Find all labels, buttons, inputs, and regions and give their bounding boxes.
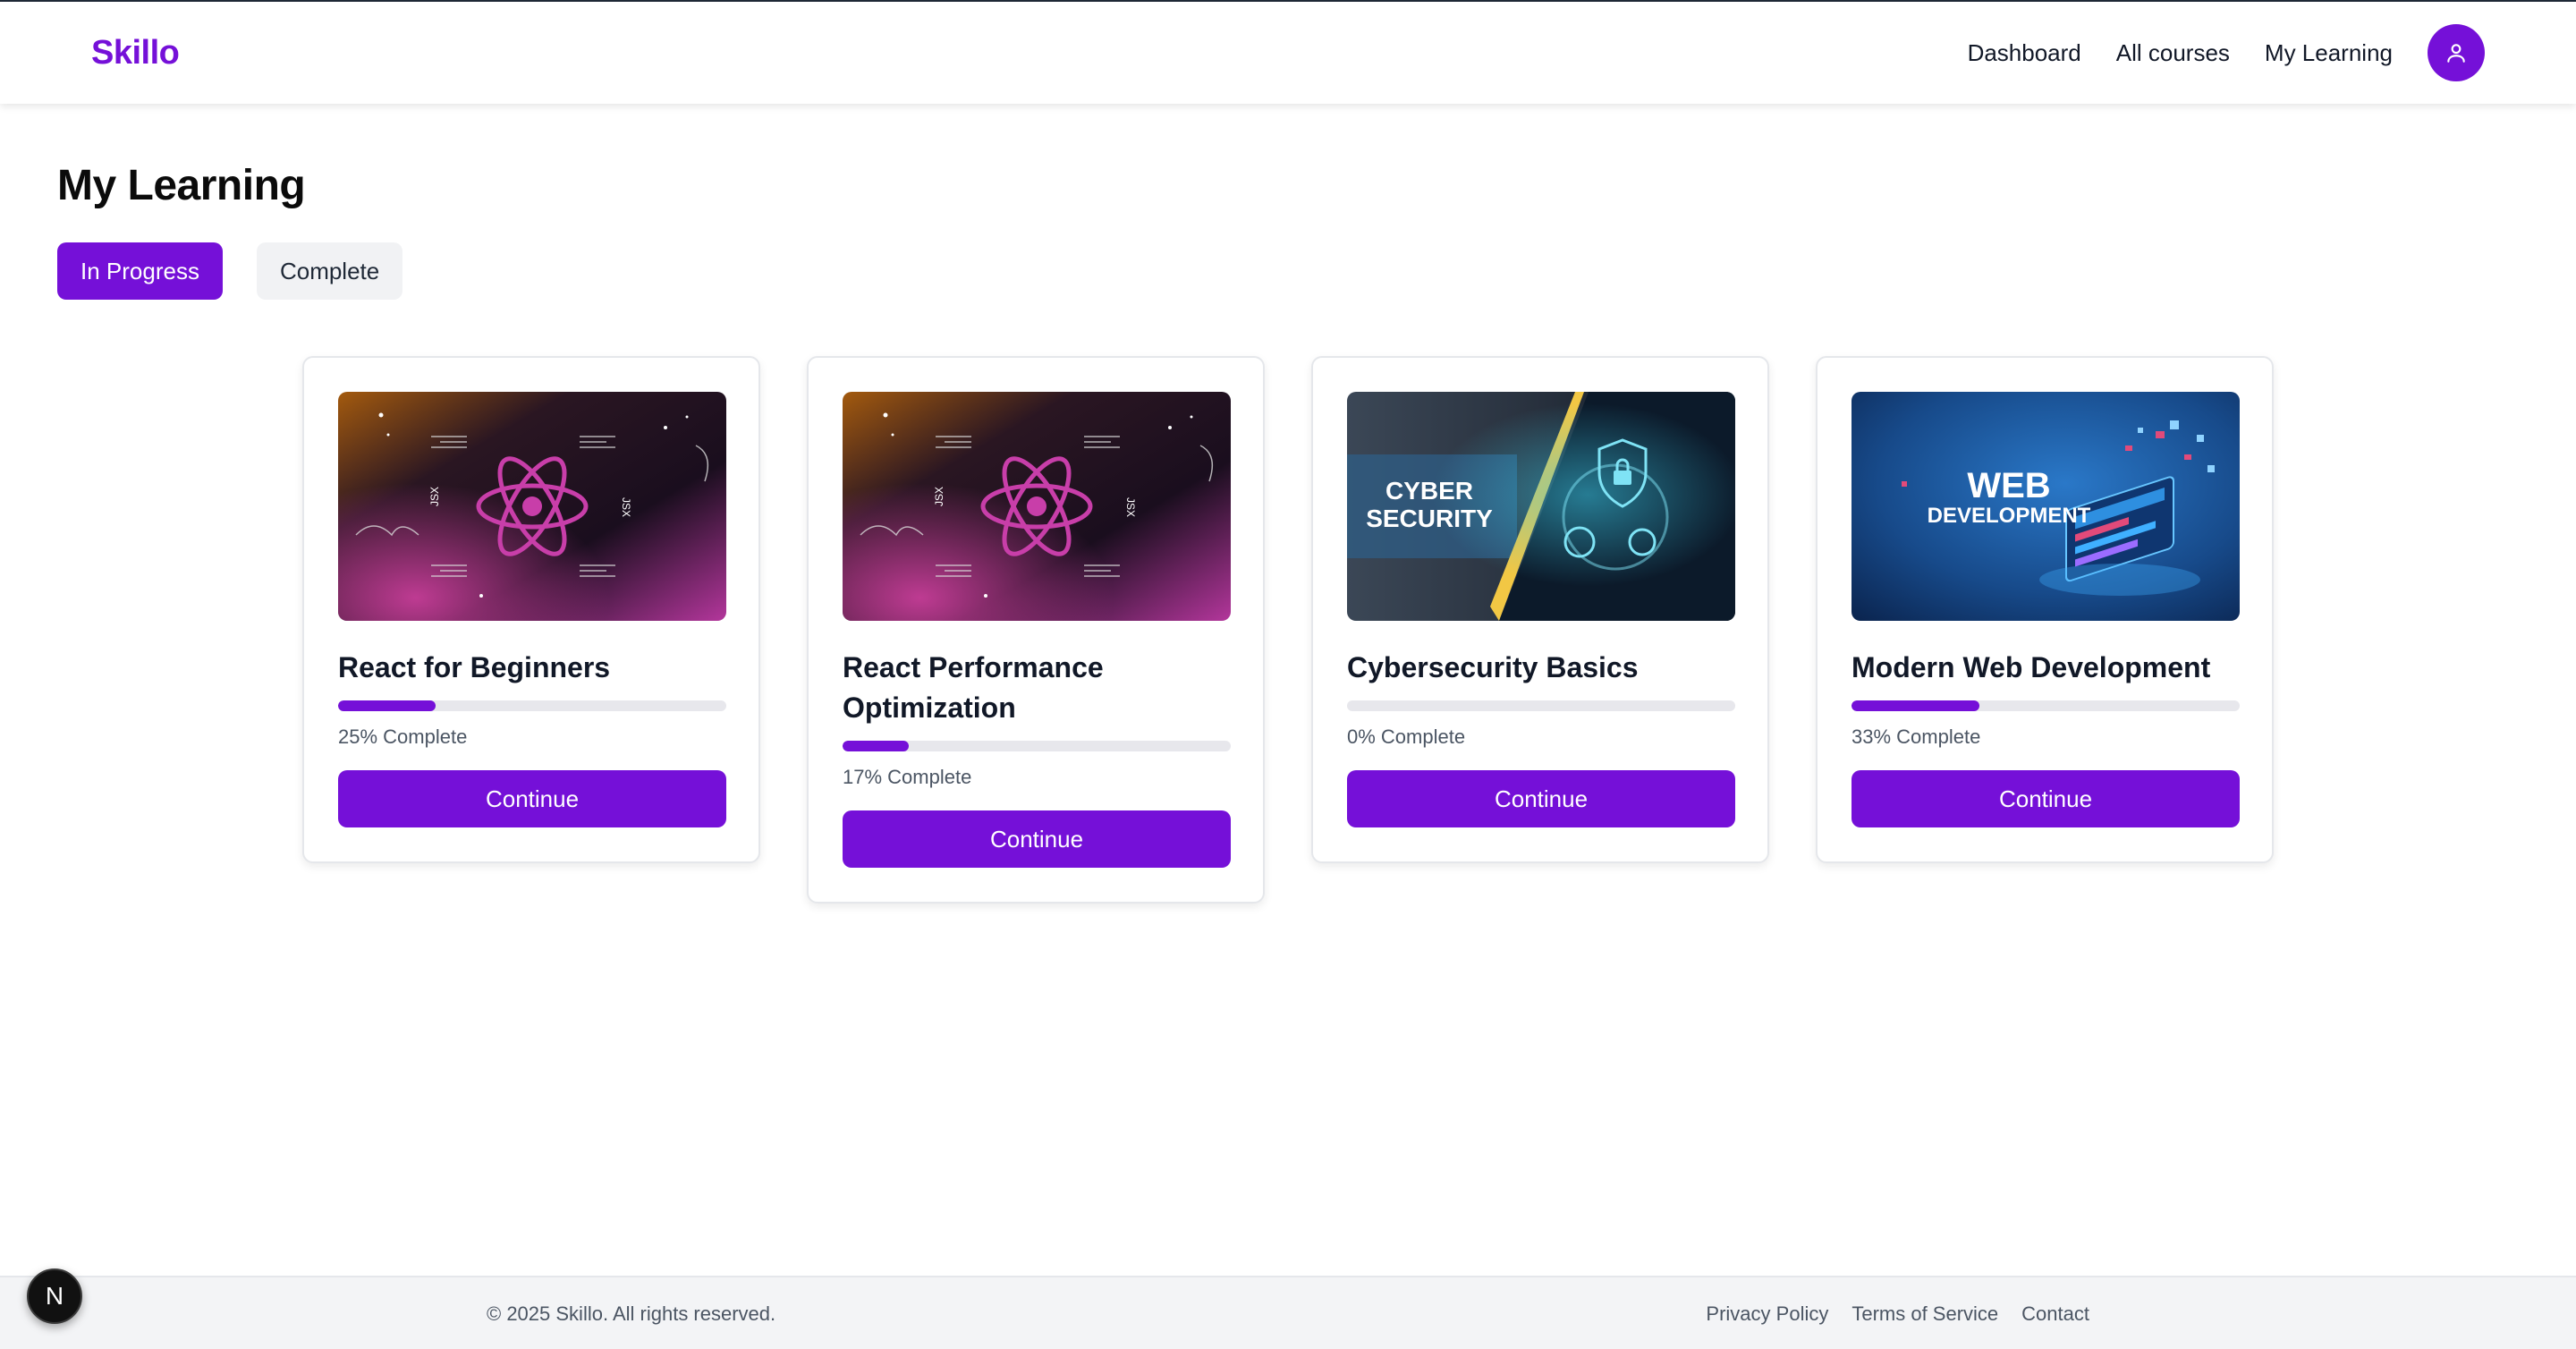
course-title: React Performance Optimization: [843, 651, 1104, 724]
copyright-text: © 2025 Skillo. All rights reserved.: [487, 1302, 776, 1325]
thumb-title-line: DEVELOPMENT: [1928, 504, 2091, 528]
footer-links: Privacy Policy Terms of Service Contact: [1706, 1302, 2089, 1326]
page-title: My Learning: [57, 162, 306, 209]
thumb-title-line: SECURITY: [1366, 505, 1493, 532]
course-card: JSX JSX React Performance Optimization 1…: [807, 356, 1265, 904]
progress-fill: [843, 741, 909, 751]
jsx-label: JSX: [428, 487, 441, 506]
user-icon: [2447, 44, 2465, 63]
progress-fill: [338, 700, 436, 711]
progress-bar: [843, 741, 1231, 751]
main-nav: Dashboard All courses My Learning: [1933, 2, 2576, 104]
user-avatar-button[interactable]: [2428, 24, 2485, 81]
jsx-label: JSX: [620, 497, 632, 517]
react-logo-image: JSX JSX: [843, 392, 1231, 621]
progress-label: 33% Complete: [1852, 725, 1981, 748]
progress-bar: [1347, 700, 1735, 711]
nav-link-all-courses[interactable]: All courses: [2116, 39, 2230, 67]
continue-button[interactable]: Continue: [1852, 770, 2240, 827]
progress-label: 17% Complete: [843, 766, 972, 788]
react-logo-image: JSX JSX: [338, 392, 726, 621]
course-card: JSX JSX React for Beginners 25% Complete…: [302, 356, 760, 863]
nav-link-dashboard[interactable]: Dashboard: [1968, 39, 2081, 67]
footer-link-terms[interactable]: Terms of Service: [1852, 1302, 1998, 1326]
thumb-title-line: CYBER: [1385, 477, 1473, 505]
course-title: Cybersecurity Basics: [1347, 651, 1639, 683]
continue-button[interactable]: Continue: [843, 810, 1231, 868]
thumb-title-line: WEB: [1967, 466, 2050, 505]
course-grid: JSX JSX React for Beginners 25% Complete…: [302, 356, 2274, 904]
course-card: CYBER SECURITY Cybersecurity Basics 0% C…: [1311, 356, 1769, 863]
nav-link-my-learning[interactable]: My Learning: [2265, 39, 2393, 67]
continue-button[interactable]: Continue: [338, 770, 726, 827]
cyber-security-image: CYBER SECURITY: [1347, 392, 1735, 621]
nextjs-icon[interactable]: N: [27, 1268, 82, 1324]
progress-label: 0% Complete: [1347, 725, 1466, 748]
progress-bar: [1852, 700, 2240, 711]
jsx-label: JSX: [933, 487, 945, 506]
web-development-image: WEB DEVELOPMENT: [1852, 392, 2240, 621]
course-title: Modern Web Development: [1852, 651, 2211, 683]
continue-button[interactable]: Continue: [1347, 770, 1735, 827]
progress-bar: [338, 700, 726, 711]
tab-complete[interactable]: Complete: [256, 242, 403, 300]
course-card: WEB DEVELOPMENT Modern Web Development 3…: [1816, 356, 2274, 863]
footer-link-privacy[interactable]: Privacy Policy: [1706, 1302, 1828, 1326]
site-footer: © 2025 Skillo. All rights reserved. Priv…: [0, 1276, 2576, 1349]
page: Skillo Dashboard All courses My Learning…: [0, 0, 2576, 1349]
brand-logo[interactable]: Skillo: [91, 34, 180, 72]
top-navbar: Skillo Dashboard All courses My Learning: [0, 2, 2576, 104]
progress-fill: [1852, 700, 1980, 711]
learning-tabs: In Progress Complete: [57, 242, 403, 300]
course-title: React for Beginners: [338, 651, 611, 683]
progress-label: 25% Complete: [338, 725, 468, 748]
footer-link-contact[interactable]: Contact: [2021, 1302, 2089, 1326]
jsx-label: JSX: [1124, 497, 1137, 517]
tab-in-progress[interactable]: In Progress: [57, 242, 223, 300]
